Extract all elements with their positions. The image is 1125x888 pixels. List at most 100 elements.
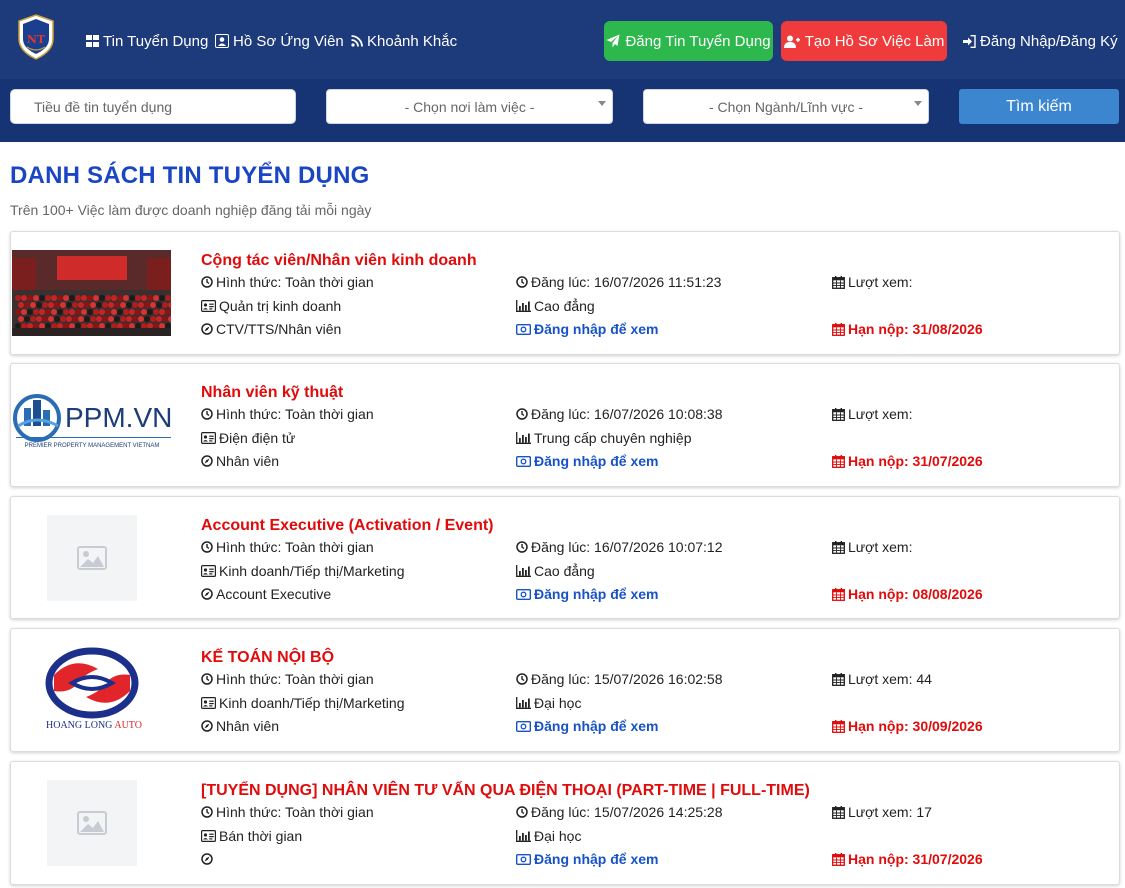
id-card-icon [201, 697, 216, 709]
create-profile-button[interactable]: Tạo Hồ Sơ Việc Làm [781, 21, 947, 61]
bar-chart-icon [516, 565, 531, 577]
clock-icon [516, 276, 528, 288]
company-thumbnail[interactable]: HOANG LONG AUTO [12, 647, 171, 733]
login-register-label: Đăng Nhập/Đăng Ký [980, 32, 1118, 50]
nav-khoanh-khac[interactable]: Khoảnh Khắc [351, 31, 457, 51]
job-field: Điện điện tử [201, 429, 295, 447]
id-card-icon [215, 34, 229, 48]
id-card-icon [201, 830, 216, 842]
search-input-placeholder: Tiều đề tin tuyển dụng [34, 98, 173, 115]
job-position: Account Executive [201, 585, 331, 603]
chevron-down-icon [598, 101, 606, 106]
view-count: Lượt xem: [832, 405, 912, 423]
calendar-icon [832, 540, 845, 554]
calendar-icon [832, 805, 845, 819]
calendar-icon [832, 275, 845, 289]
login-register-link[interactable]: Đăng Nhập/Đăng Ký [963, 31, 1118, 51]
job-position: Nhân viên [201, 452, 279, 470]
sign-in-icon [963, 34, 976, 48]
posted-time: Đăng lúc: 15/07/2026 16:02:58 [516, 670, 723, 688]
posted-time: Đăng lúc: 16/07/2026 10:08:38 [516, 405, 723, 423]
svg-text:HOANG LONG AUTO: HOANG LONG AUTO [46, 720, 142, 731]
bar-chart-icon [516, 300, 531, 312]
post-job-label: Đăng Tin Tuyển Dụng [625, 32, 771, 50]
deadline: Hạn nộp: 31/07/2026 [832, 452, 983, 470]
compass-icon [201, 588, 213, 600]
job-title[interactable]: KẾ TOÁN NỘI BỘ [201, 649, 334, 667]
deadline: Hạn nộp: 31/08/2026 [832, 320, 983, 338]
job-card[interactable]: Cộng tác viên/Nhân viên kinh doanh Hình … [10, 231, 1120, 355]
ppm-logo: PPM.VN PREMIER PROPERTY MANAGEMENT VIETN… [12, 382, 171, 468]
location-select[interactable]: - Chọn nơi làm việc - [326, 89, 613, 124]
group-photo [12, 250, 171, 336]
job-position: CTV/TTS/Nhân viên [201, 320, 341, 338]
calendar-icon [832, 587, 845, 601]
nav-ho-so-ung-vien[interactable]: Hồ Sơ Ứng Viên [215, 31, 344, 51]
clock-icon [201, 541, 213, 553]
job-field: Kinh doanh/Tiếp thị/Marketing [201, 694, 404, 712]
hoang-long-logo: HOANG LONG AUTO [12, 647, 171, 733]
company-thumbnail[interactable] [12, 250, 171, 336]
money-icon [516, 720, 531, 732]
clock-icon [516, 541, 528, 553]
company-thumbnail[interactable] [12, 780, 171, 866]
job-title[interactable]: Cộng tác viên/Nhân viên kinh doanh [201, 252, 477, 270]
education-level: Cao đẳng [516, 297, 595, 315]
image-placeholder-icon [46, 780, 137, 866]
view-count: Lượt xem: 17 [832, 803, 932, 821]
job-title[interactable]: Account Executive (Activation / Event) [201, 517, 494, 535]
clock-icon [201, 408, 213, 420]
job-card[interactable]: PPM.VN PREMIER PROPERTY MANAGEMENT VIETN… [10, 363, 1120, 487]
job-title[interactable]: [TUYỂN DỤNG] NHÂN VIÊN TƯ VẤN QUA ĐIỆN T… [201, 782, 810, 800]
compass-icon [201, 853, 213, 865]
salary-login-link[interactable]: Đăng nhập để xem [516, 585, 658, 603]
search-button[interactable]: Tìm kiếm [959, 89, 1119, 124]
job-title-search-input[interactable]: Tiều đề tin tuyển dụng [10, 89, 296, 124]
job-field: Bán thời gian [201, 827, 302, 845]
page-subtitle: Trên 100+ Việc làm được doanh nghiệp đăn… [10, 202, 372, 218]
deadline: Hạn nộp: 31/07/2026 [832, 850, 983, 868]
work-type: Hình thức: Toàn thời gian [201, 803, 374, 821]
school-logo[interactable]: NT [13, 13, 59, 67]
calendar-icon [832, 852, 845, 866]
compass-icon [201, 455, 213, 467]
calendar-icon [832, 407, 845, 421]
job-card[interactable]: HOANG LONG AUTO KẾ TOÁN NỘI BỘ Hình thức… [10, 628, 1120, 752]
salary-login-link[interactable]: Đăng nhập để xem [516, 717, 658, 735]
job-title[interactable]: Nhân viên kỹ thuật [201, 384, 343, 402]
job-card[interactable]: [TUYỂN DỤNG] NHÂN VIÊN TƯ VẤN QUA ĐIỆN T… [10, 761, 1120, 885]
salary-login-link[interactable]: Đăng nhập để xem [516, 850, 658, 868]
posted-time: Đăng lúc: 16/07/2026 10:07:12 [516, 538, 723, 556]
industry-select-value: - Chọn Ngành/Lĩnh vực - [708, 98, 864, 115]
svg-text:PPM.VN: PPM.VN [65, 402, 171, 433]
salary-login-link[interactable]: Đăng nhập để xem [516, 320, 658, 338]
salary-login-link[interactable]: Đăng nhập để xem [516, 452, 658, 470]
search-bar: Tiều đề tin tuyển dụng - Chọn nơi làm vi… [0, 79, 1125, 142]
job-card[interactable]: Account Executive (Activation / Event) H… [10, 496, 1120, 619]
job-field: Kinh doanh/Tiếp thị/Marketing [201, 562, 404, 580]
clock-icon [516, 673, 528, 685]
work-type: Hình thức: Toàn thời gian [201, 405, 374, 423]
money-icon [516, 588, 531, 600]
industry-select[interactable]: - Chọn Ngành/Lĩnh vực - [643, 89, 929, 124]
compass-icon [201, 323, 213, 335]
deadline: Hạn nộp: 08/08/2026 [832, 585, 983, 603]
nav-tin-tuyen-dung[interactable]: Tin Tuyển Dụng [86, 31, 208, 51]
bar-chart-icon [516, 432, 531, 444]
company-thumbnail[interactable]: PPM.VN PREMIER PROPERTY MANAGEMENT VIETN… [12, 382, 171, 468]
id-card-icon [201, 565, 216, 577]
rss-icon [351, 35, 363, 47]
view-count: Lượt xem: 44 [832, 670, 932, 688]
create-profile-label: Tạo Hồ Sơ Việc Làm [804, 32, 945, 50]
posted-time: Đăng lúc: 16/07/2026 11:51:23 [516, 273, 721, 291]
location-select-value: - Chọn nơi làm việc - [404, 98, 535, 115]
company-thumbnail[interactable] [12, 515, 171, 601]
svg-text:NT: NT [27, 33, 46, 46]
clock-icon [201, 806, 213, 818]
education-level: Đại học [516, 827, 581, 845]
paper-plane-icon [606, 34, 620, 48]
calendar-icon [832, 322, 845, 336]
deadline: Hạn nộp: 30/09/2026 [832, 717, 983, 735]
post-job-button[interactable]: Đăng Tin Tuyển Dụng [604, 21, 773, 61]
id-card-icon [201, 432, 216, 444]
